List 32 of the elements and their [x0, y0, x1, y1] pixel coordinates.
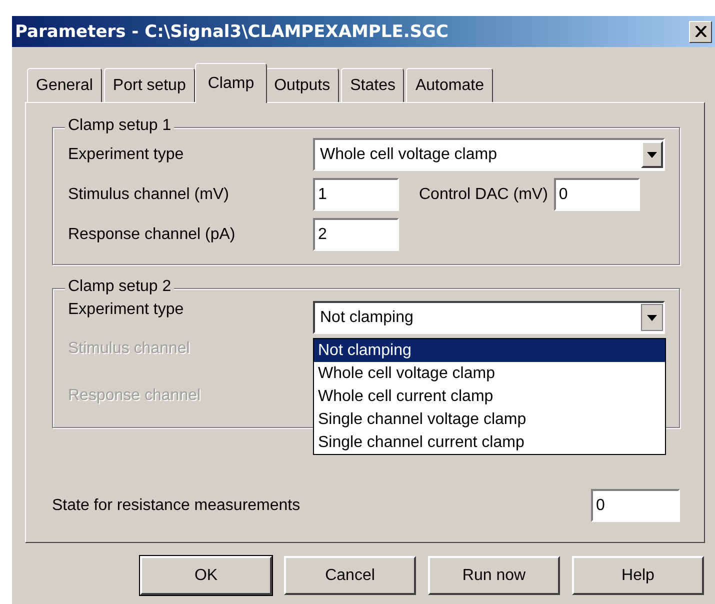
- dropdown-option[interactable]: Single channel voltage clamp: [314, 408, 665, 431]
- tab[interactable]: Clamp: [194, 63, 268, 103]
- tab[interactable]: Outputs: [265, 68, 340, 102]
- dialog-button[interactable]: OK: [140, 556, 272, 595]
- dialog-button[interactable]: Run now: [428, 556, 560, 595]
- experiment-type-dropdown[interactable]: Whole cell voltage clamp: [313, 138, 665, 171]
- dropdown-option[interactable]: Not clamping: [314, 339, 665, 362]
- input-field[interactable]: 0: [591, 489, 680, 522]
- group-title: Clamp setup 1: [65, 117, 174, 135]
- dropdown-option[interactable]: Whole cell current clamp: [314, 385, 665, 408]
- field-label: State for resistance measurements: [52, 496, 300, 514]
- group-title: Clamp setup 2: [65, 278, 174, 296]
- input-field[interactable]: 1: [313, 178, 399, 211]
- field-label: Stimulus channel (mV): [68, 186, 230, 204]
- field-label: Control DAC (mV): [419, 186, 548, 204]
- input-field[interactable]: 2: [313, 218, 399, 251]
- dropdown-option[interactable]: Whole cell voltage clamp: [314, 362, 665, 385]
- dropdown-option[interactable]: Single channel current clamp: [314, 431, 665, 454]
- experiment-type-dropdown[interactable]: Not clamping: [313, 301, 665, 334]
- field-label: Experiment type: [68, 146, 185, 164]
- field-label: Response channel (pA): [68, 226, 236, 244]
- close-button[interactable]: [689, 20, 712, 42]
- tab[interactable]: Port setup: [104, 68, 195, 102]
- tab[interactable]: Automate: [406, 68, 493, 102]
- dialog-button[interactable]: Cancel: [284, 556, 416, 595]
- field-label: Experiment type: [68, 301, 185, 319]
- window-title: Parameters - C:\Signal3\CLAMPEXAMPLE.SGC: [15, 22, 448, 42]
- dialog-button[interactable]: Help: [572, 556, 704, 595]
- input-field[interactable]: 0: [554, 178, 640, 211]
- tab[interactable]: States: [341, 68, 404, 102]
- close-icon: [694, 26, 706, 37]
- tab[interactable]: General: [27, 68, 102, 102]
